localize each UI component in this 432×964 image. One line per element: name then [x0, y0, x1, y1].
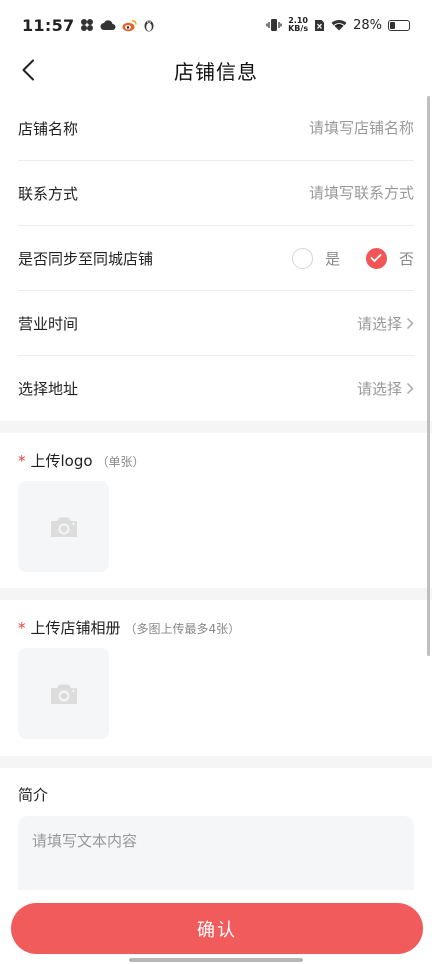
- section-divider: [0, 588, 432, 600]
- chevron-right-icon: [406, 382, 414, 395]
- album-upload-button[interactable]: [18, 648, 109, 739]
- weibo-icon: [122, 19, 138, 31]
- sync-yes-label: 是: [324, 249, 340, 268]
- section-divider: [0, 756, 432, 768]
- shop-name-row: 店铺名称: [18, 96, 414, 161]
- nav-bar: 店铺信息: [0, 50, 432, 90]
- section-divider: [0, 421, 432, 433]
- wifi-icon: [331, 20, 347, 31]
- battery-text: 28%: [353, 17, 382, 33]
- logo-upload-hint: （单张）: [96, 455, 145, 469]
- sync-row: 是否同步至同城店铺 是 否: [18, 226, 414, 291]
- status-time: 11:57: [22, 15, 75, 35]
- hours-row[interactable]: 营业时间 请选择: [18, 291, 414, 356]
- sync-no-label: 否: [398, 249, 414, 268]
- hours-value: 请选择: [356, 314, 402, 333]
- status-bar: 11:57 2.10 KB/s 28%: [0, 0, 432, 50]
- hours-label: 营业时间: [18, 314, 79, 333]
- album-upload-section: * 上传店铺相册 （多图上传最多4张）: [0, 600, 432, 756]
- radio-unchecked-icon: [291, 247, 313, 269]
- vibrate-icon: [266, 19, 282, 31]
- address-select[interactable]: 请选择: [357, 378, 414, 399]
- intro-section: 简介: [0, 768, 432, 910]
- address-row[interactable]: 选择地址 请选择: [18, 356, 414, 421]
- net-speed-unit: KB/s: [288, 24, 309, 33]
- shop-info-form: 店铺名称 联系方式 是否同步至同城店铺 是 否 营业时间 请选择 选择: [0, 96, 432, 421]
- fan-icon: [81, 19, 94, 31]
- contact-row: 联系方式: [18, 161, 414, 226]
- logo-upload-button[interactable]: [18, 481, 109, 572]
- camera-icon: [50, 684, 77, 704]
- bottom-bar: 确认: [0, 890, 432, 964]
- contact-input[interactable]: [214, 184, 414, 202]
- hours-select[interactable]: 请选择: [357, 313, 414, 334]
- linux-icon: [144, 20, 154, 32]
- home-indicator[interactable]: [129, 958, 303, 962]
- cloud-icon: [100, 20, 116, 30]
- chevron-right-icon: [406, 317, 414, 329]
- shop-name-input[interactable]: [214, 119, 414, 137]
- album-upload-label: 上传店铺相册: [30, 619, 121, 637]
- required-mark: *: [18, 619, 26, 637]
- sync-no-radio[interactable]: 否: [365, 247, 414, 269]
- back-icon: [22, 59, 34, 81]
- page-title: 店铺信息: [174, 59, 258, 84]
- radio-checked-icon: [365, 247, 387, 269]
- back-button[interactable]: [14, 56, 42, 84]
- battery-icon: [388, 19, 410, 31]
- sync-label: 是否同步至同城店铺: [18, 249, 154, 268]
- confirm-button[interactable]: 确认: [11, 903, 423, 954]
- sync-radio-group: 是 否: [291, 247, 414, 269]
- sync-yes-radio[interactable]: 是: [291, 247, 340, 269]
- check-icon: [371, 254, 382, 262]
- required-mark: *: [18, 452, 26, 470]
- address-label: 选择地址: [18, 380, 79, 398]
- album-upload-hint: （多图上传最多4张）: [124, 622, 241, 636]
- address-value: 请选择: [356, 380, 402, 398]
- intro-label: 简介: [18, 786, 49, 804]
- contact-label: 联系方式: [18, 184, 79, 203]
- camera-icon: [50, 517, 77, 537]
- shop-name-label: 店铺名称: [18, 119, 79, 138]
- logo-upload-label: 上传logo: [30, 452, 93, 470]
- sim-x-icon: [315, 19, 325, 31]
- scrollbar[interactable]: [427, 96, 430, 656]
- net-speed: 2.10 KB/s: [288, 17, 308, 33]
- logo-upload-section: * 上传logo （单张）: [0, 433, 432, 588]
